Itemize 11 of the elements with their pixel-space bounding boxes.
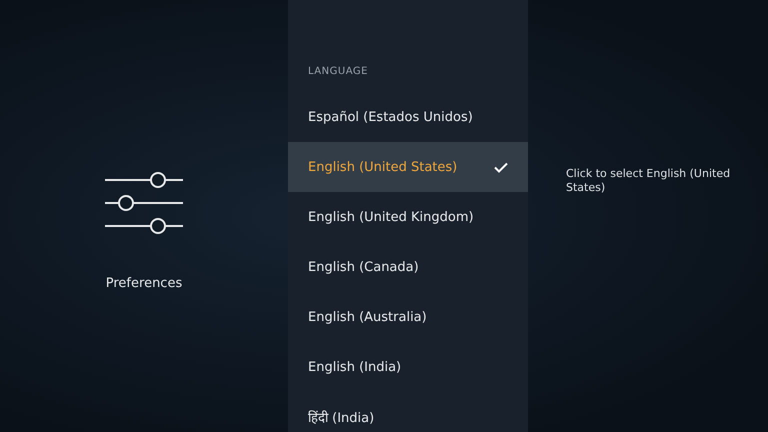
language-item[interactable]: हिंदी (India) bbox=[288, 392, 528, 432]
section-heading: LANGUAGE bbox=[307, 65, 368, 79]
language-item[interactable]: English (Australia) bbox=[288, 292, 528, 342]
language-item[interactable]: English (United States) bbox=[288, 142, 528, 192]
language-item[interactable]: English (Canada) bbox=[288, 242, 528, 292]
language-item[interactable]: Español (Estados Unidos) bbox=[288, 92, 528, 142]
category-label: Preferences bbox=[106, 276, 182, 291]
hint-text: Click to select English (United States) bbox=[566, 167, 732, 195]
language-item[interactable]: English (India) bbox=[288, 342, 528, 392]
check-icon bbox=[494, 162, 508, 172]
language-item[interactable]: English (United Kingdom) bbox=[288, 192, 528, 242]
